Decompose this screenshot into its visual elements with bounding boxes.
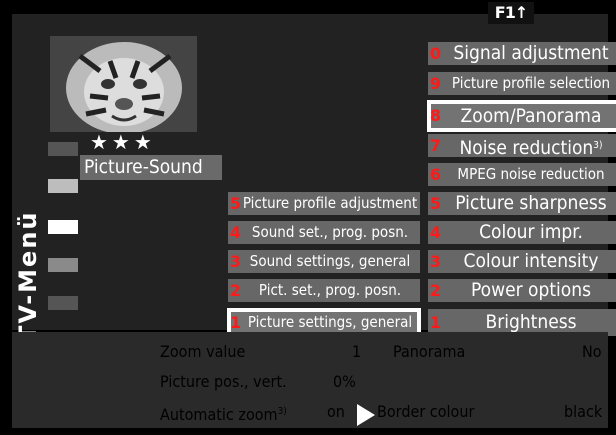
item-label: Picture profile adjustment (242, 194, 418, 212)
automatic-zoom-value: on (327, 402, 345, 421)
panorama-label: Panorama (393, 342, 466, 361)
item-number: 9 (430, 74, 442, 93)
item-number: 7 (430, 136, 442, 155)
submenu-item[interactable]: 4 Sound set., prog. posn. (228, 221, 420, 244)
zoom-value: 1 (352, 342, 362, 361)
info-area (12, 332, 608, 428)
automatic-zoom-label: Automatic zoom3) (160, 400, 287, 427)
tv-menu-screen: ★★★ TV-Menü Picture-Sound 5 Picture prof… (0, 0, 616, 435)
tiger-image (50, 36, 197, 132)
picture-preview (50, 36, 197, 132)
options-menu: 0 Signal adjustment 9 Picture profile se… (427, 42, 616, 340)
category-square-3[interactable] (48, 220, 78, 234)
category-square-4[interactable] (48, 258, 78, 272)
submenu-item[interactable]: 3 Sound settings, general (228, 250, 420, 273)
option-item[interactable]: 5 Picture sharpness (428, 192, 616, 215)
option-item[interactable]: 7 Noise reduction3) (428, 134, 616, 157)
category-square-2[interactable] (48, 179, 78, 193)
option-item[interactable]: 0 Signal adjustment (428, 42, 616, 65)
submenu: 5 Picture profile adjustment 4 Sound set… (227, 192, 421, 340)
option-item[interactable]: 3 Colour intensity (428, 250, 616, 273)
item-label: Pict. set., prog. posn. (258, 281, 402, 299)
rating-stars: ★★★ (90, 130, 156, 154)
item-label: Picture sharpness (455, 192, 607, 214)
item-label: Colour impr. (479, 221, 583, 243)
border-colour-value: black (564, 402, 603, 421)
item-label: Noise reduction3) (442, 134, 616, 157)
item-label: Zoom/Panorama (460, 105, 602, 127)
category-square-5[interactable] (48, 296, 78, 310)
item-number: 2 (430, 281, 442, 300)
footnote-marker: 3) (277, 406, 287, 417)
option-item[interactable]: 2 Power options (428, 279, 616, 302)
option-item[interactable]: 9 Picture profile selection (428, 72, 616, 95)
item-number: 5 (430, 194, 442, 213)
item-number: 6 (430, 165, 442, 184)
menu-panel: ★★★ TV-Menü Picture-Sound 5 Picture prof… (12, 14, 616, 342)
item-number: 3 (430, 252, 442, 271)
item-label: Picture profile selection (451, 74, 611, 92)
item-label: Sound settings, general (249, 252, 411, 270)
panorama-value: No (582, 342, 602, 361)
footnote-marker: 3) (593, 140, 603, 151)
picture-pos-value: 0% (333, 372, 356, 391)
border-colour-label: Border colour (377, 402, 475, 421)
picture-pos-label: Picture pos., vert. (160, 372, 287, 391)
item-number: 4 (430, 223, 442, 242)
item-label-text: Noise reduction (459, 137, 594, 157)
f1-help-badge: F1↑ (488, 2, 534, 24)
category-label[interactable]: Picture-Sound (80, 155, 222, 180)
option-item-selected[interactable]: 8 Zoom/Panorama (427, 100, 616, 132)
item-label: Power options (471, 279, 591, 301)
automatic-zoom-text: Automatic zoom (160, 405, 278, 424)
submenu-item[interactable]: 2 Pict. set., prog. posn. (228, 279, 420, 302)
item-label: Colour intensity (463, 250, 599, 272)
item-number: 0 (430, 44, 442, 63)
zoom-value-label: Zoom value (160, 342, 246, 361)
item-label: Signal adjustment (453, 42, 609, 64)
menu-title: TV-Menü (14, 210, 42, 343)
option-item[interactable]: 6 MPEG noise reduction (428, 163, 616, 186)
item-label: MPEG noise reduction (457, 165, 605, 183)
category-square-1[interactable] (48, 142, 78, 156)
submenu-item[interactable]: 5 Picture profile adjustment (228, 192, 420, 215)
play-arrow-icon (357, 404, 375, 426)
item-label: Sound set., prog. posn. (251, 223, 409, 241)
item-number: 8 (430, 106, 442, 125)
option-item[interactable]: 4 Colour impr. (428, 221, 616, 244)
